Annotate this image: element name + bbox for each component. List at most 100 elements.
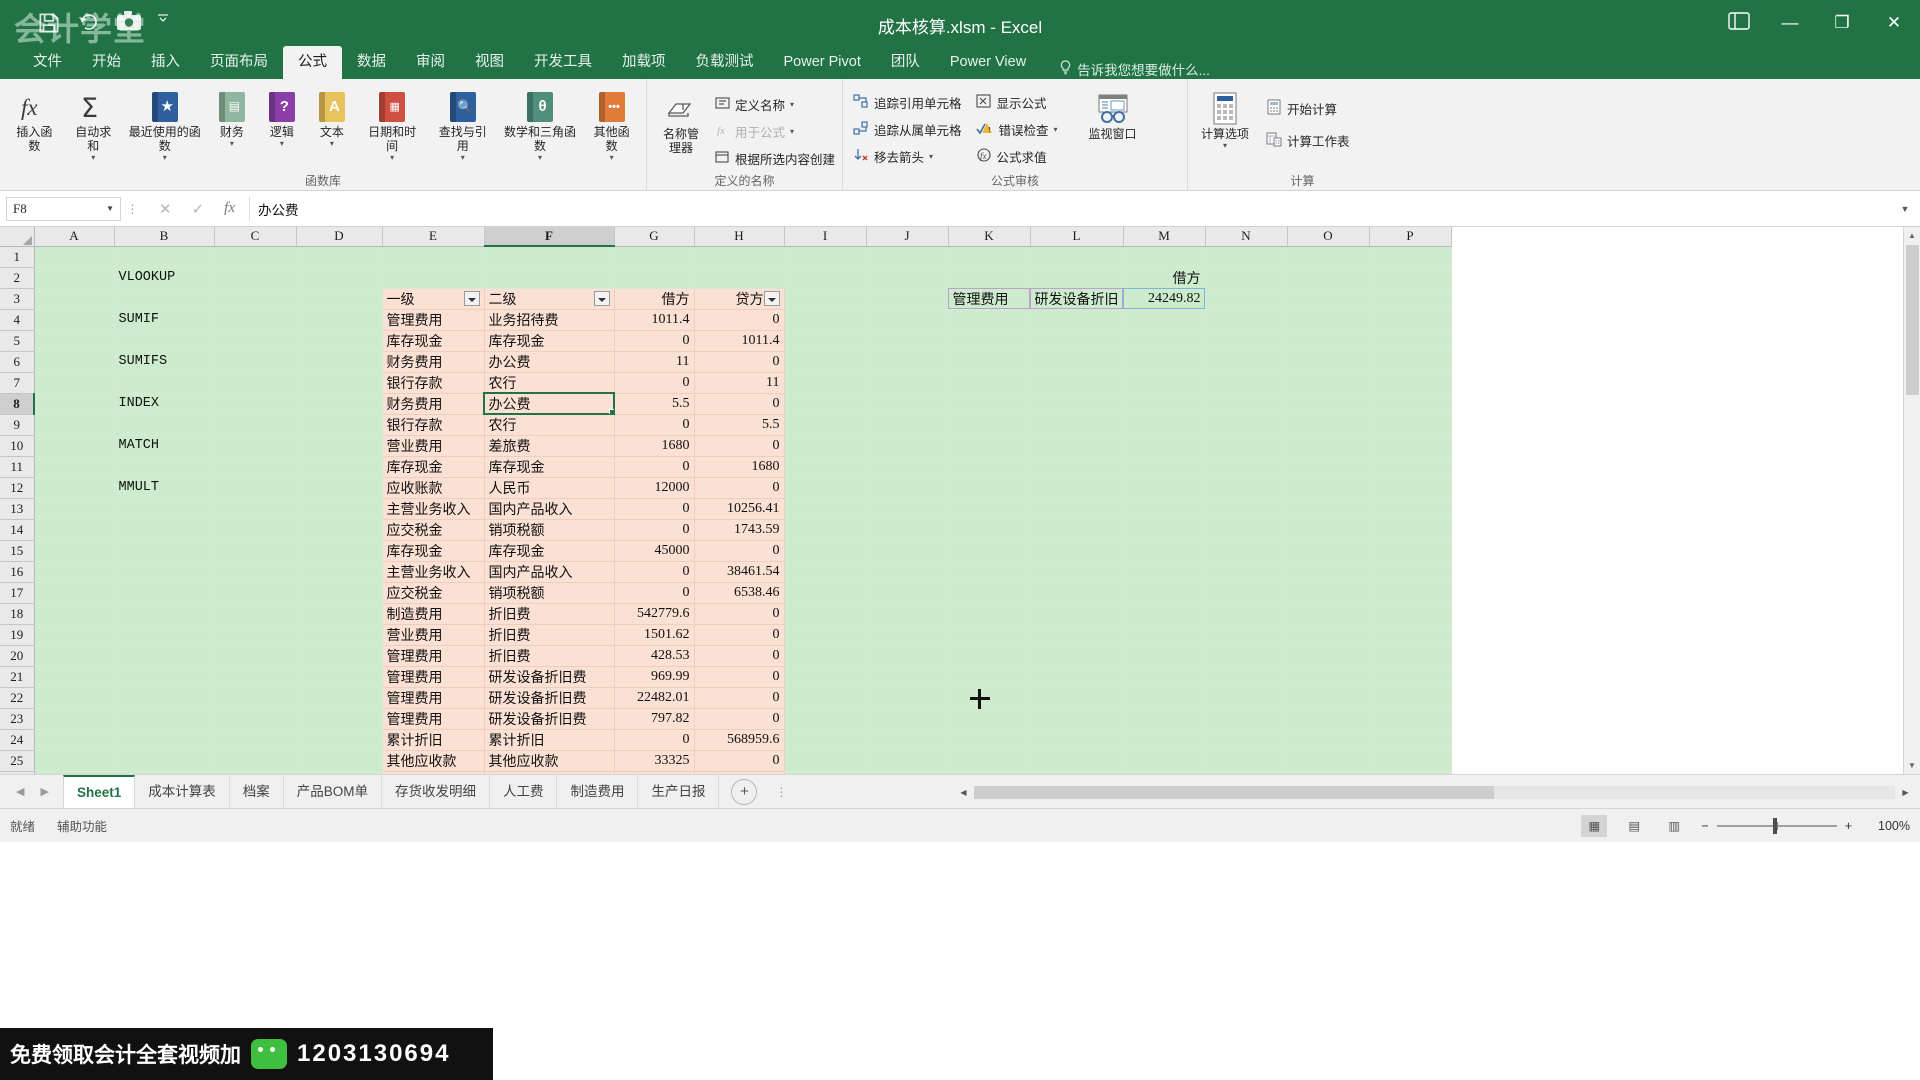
cell-O20[interactable] <box>1287 645 1370 667</box>
cell-C7[interactable] <box>214 372 297 394</box>
cell-P23[interactable] <box>1369 708 1452 730</box>
cell-C3[interactable] <box>214 288 297 310</box>
cell-F21[interactable]: 研发设备折旧费 <box>484 666 615 688</box>
cell-J18[interactable] <box>866 603 949 625</box>
calculate-sheet-button[interactable]: 计算工作表 <box>1262 127 1354 153</box>
column-header-B[interactable]: B <box>114 227 215 247</box>
cell-K13[interactable] <box>948 498 1031 520</box>
cell-N12[interactable] <box>1205 477 1288 499</box>
cell-F7[interactable]: 农行 <box>484 372 615 394</box>
cell-A6[interactable] <box>34 351 115 373</box>
cell-E22[interactable]: 管理费用 <box>382 687 485 709</box>
cell-B19[interactable] <box>114 624 215 646</box>
cell-E3[interactable]: 一级 <box>382 288 485 310</box>
cell-L18[interactable] <box>1030 603 1124 625</box>
cell-L11[interactable] <box>1030 456 1124 478</box>
cell-G9[interactable]: 0 <box>614 414 695 436</box>
cell-C13[interactable] <box>214 498 297 520</box>
cell-F3[interactable]: 二级 <box>484 288 615 310</box>
ribbon-tab-6[interactable]: 审阅 <box>401 46 460 79</box>
cell-E13[interactable]: 主营业务收入 <box>382 498 485 520</box>
cell-M9[interactable] <box>1123 414 1206 436</box>
sheet-tab-1[interactable]: 成本计算表 <box>135 774 230 809</box>
cell-B12[interactable]: MMULT <box>114 477 215 499</box>
cell-A18[interactable] <box>34 603 115 625</box>
trace-dependents-button[interactable]: 追踪从属单元格 <box>849 116 966 142</box>
cell-E18[interactable]: 制造费用 <box>382 603 485 625</box>
cell-I25[interactable] <box>784 750 867 772</box>
cell-L7[interactable] <box>1030 372 1124 394</box>
sheet-nav-next-icon[interactable]: ▶ <box>40 785 48 798</box>
create-from-selection-button[interactable]: 根据所选内容创建 <box>711 145 839 171</box>
cell-E15[interactable]: 库存现金 <box>382 540 485 562</box>
cell-A7[interactable] <box>34 372 115 394</box>
cell-I14[interactable] <box>784 519 867 541</box>
cell-J19[interactable] <box>866 624 949 646</box>
cell-D7[interactable] <box>296 372 383 394</box>
cell-M6[interactable] <box>1123 351 1206 373</box>
cell-E19[interactable]: 营业费用 <box>382 624 485 646</box>
cell-H11[interactable]: 1680 <box>694 456 785 478</box>
cell-D19[interactable] <box>296 624 383 646</box>
cell-K11[interactable] <box>948 456 1031 478</box>
cell-G23[interactable]: 797.82 <box>614 708 695 730</box>
hscroll-thumb[interactable] <box>974 786 1494 799</box>
math-trig-button[interactable]: θ 数学和三角函数 ▾ <box>499 87 581 161</box>
cell-I2[interactable] <box>784 267 867 289</box>
cell-C24[interactable] <box>214 729 297 751</box>
minimize-button[interactable]: — <box>1764 0 1816 46</box>
cell-L8[interactable] <box>1030 393 1124 415</box>
trace-precedents-button[interactable]: 追踪引用单元格 <box>849 89 966 115</box>
sheet-nav-prev-icon[interactable]: ◀ <box>16 785 24 798</box>
sheet-tab-3[interactable]: 产品BOM单 <box>284 774 382 809</box>
ribbon-tab-0[interactable]: 文件 <box>18 46 77 79</box>
cell-N20[interactable] <box>1205 645 1288 667</box>
cell-O2[interactable] <box>1287 267 1370 289</box>
financial-caret[interactable]: ▾ <box>230 139 234 147</box>
cell-O22[interactable] <box>1287 687 1370 709</box>
cell-J7[interactable] <box>866 372 949 394</box>
row-header-19[interactable]: 19 <box>0 624 35 646</box>
sheet-tab-bar[interactable]: ◀ ▶ Sheet1 成本计算表 档案 产品BOM单 存货收发明细 人工费 制造费用 生产日报… <box>0 774 1920 809</box>
cell-F17[interactable]: 销项税额 <box>484 582 615 604</box>
cell-C20[interactable] <box>214 645 297 667</box>
hscroll-track[interactable] <box>974 786 1895 799</box>
row-header-8[interactable]: 8 <box>0 393 35 415</box>
cell-G18[interactable]: 542779.6 <box>614 603 695 625</box>
cell-A17[interactable] <box>34 582 115 604</box>
cell-A20[interactable] <box>34 645 115 667</box>
cell-K8[interactable] <box>948 393 1031 415</box>
cell-L12[interactable] <box>1030 477 1124 499</box>
cell-N1[interactable] <box>1205 246 1288 268</box>
cell-C8[interactable] <box>214 393 297 415</box>
row-header-7[interactable]: 7 <box>0 372 35 394</box>
cell-H8[interactable]: 0 <box>694 393 785 415</box>
cell-J17[interactable] <box>866 582 949 604</box>
cell-B5[interactable] <box>114 330 215 352</box>
cell-N5[interactable] <box>1205 330 1288 352</box>
cell-A5[interactable] <box>34 330 115 352</box>
cell-B23[interactable] <box>114 708 215 730</box>
cell-H16[interactable]: 38461.54 <box>694 561 785 583</box>
column-header-O[interactable]: O <box>1287 227 1370 247</box>
cell-M23[interactable] <box>1123 708 1206 730</box>
use-in-formula-caret[interactable]: ▾ <box>790 127 794 135</box>
cell-J24[interactable] <box>866 729 949 751</box>
chevron-down-icon[interactable]: ▼ <box>106 204 114 213</box>
cell-J20[interactable] <box>866 645 949 667</box>
cell-D22[interactable] <box>296 687 383 709</box>
filter-dropdown-E[interactable] <box>463 290 480 306</box>
cell-K16[interactable] <box>948 561 1031 583</box>
cell-B2[interactable]: VLOOKUP <box>114 267 215 289</box>
cell-J2[interactable] <box>866 267 949 289</box>
cell-L5[interactable] <box>1030 330 1124 352</box>
cell-L14[interactable] <box>1030 519 1124 541</box>
date-time-caret[interactable]: ▾ <box>390 153 394 161</box>
cell-E25[interactable]: 其他应收款 <box>382 750 485 772</box>
vertical-scroll-thumb[interactable] <box>1906 245 1919 395</box>
name-manager-button[interactable]: 名称管理器 <box>653 89 709 156</box>
cell-N25[interactable] <box>1205 750 1288 772</box>
cell-G8[interactable]: 5.5 <box>614 393 695 415</box>
column-header-P[interactable]: P <box>1369 227 1452 247</box>
cell-P20[interactable] <box>1369 645 1452 667</box>
